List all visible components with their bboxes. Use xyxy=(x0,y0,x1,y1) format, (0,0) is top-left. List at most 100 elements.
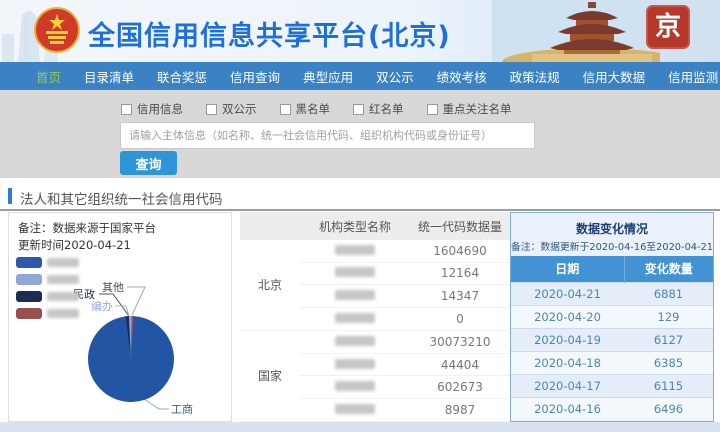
change-date-cell: 2020-04-19 xyxy=(511,328,624,351)
org-type-cell xyxy=(300,399,410,422)
table-row: 北京 1604690 xyxy=(240,240,510,262)
legend-item xyxy=(16,291,79,302)
legend-swatch xyxy=(16,291,42,302)
change-count-cell: 6385 xyxy=(624,351,713,374)
filter-checkbox-row: 信用信息 双公示 黑名单 红名单 重点关注名单 xyxy=(121,101,512,117)
org-type-cell xyxy=(300,285,410,308)
table-row: 2020-04-21 6881 xyxy=(511,282,713,305)
change-count-cell: 129 xyxy=(624,305,713,328)
section-divider xyxy=(0,209,720,211)
legend-item xyxy=(16,308,79,319)
nav-item-performance[interactable]: 绩效考核 xyxy=(437,67,487,86)
change-date-cell: 2020-04-16 xyxy=(511,397,624,420)
checkbox-blacklist[interactable]: 黑名单 xyxy=(280,101,331,117)
section-accent-bar xyxy=(8,188,12,204)
pie-label-other: 其他 xyxy=(102,281,124,294)
table-row: 2020-04-18 6385 xyxy=(511,351,713,374)
nav-item-credit-query[interactable]: 信用查询 xyxy=(230,67,280,86)
org-type-cell xyxy=(300,353,410,376)
org-count-cell: 12164 xyxy=(410,262,510,285)
org-count-cell: 14347 xyxy=(410,285,510,308)
pie-label-bianban: 编办 xyxy=(91,299,113,313)
org-type-cell xyxy=(300,262,410,285)
org-header-type: 机构类型名称 xyxy=(300,212,410,240)
site-title: 全国信用信息共享平台(北京) xyxy=(88,14,451,53)
checkbox-redlist[interactable]: 红名单 xyxy=(353,101,404,117)
checkbox-box[interactable] xyxy=(206,104,217,115)
change-panel-title: 数据变化情况 xyxy=(511,220,713,237)
org-type-cell xyxy=(300,308,410,331)
change-header-date: 日期 xyxy=(511,256,624,282)
legend-swatch xyxy=(16,257,42,268)
change-count-cell: 6115 xyxy=(624,374,713,397)
pie-legend xyxy=(16,257,79,319)
legend-swatch xyxy=(16,308,42,319)
checkbox-box[interactable] xyxy=(353,104,364,115)
org-code-table: 机构类型名称 统一代码数据量 北京 1604690 12164 14347 0 xyxy=(240,212,510,422)
org-count-cell: 1604690 xyxy=(410,240,510,262)
search-section: 信用信息 双公示 黑名单 红名单 重点关注名单 查询 xyxy=(0,90,720,178)
table-row: 2020-04-16 6496 xyxy=(511,397,713,420)
legend-label-redacted xyxy=(47,309,79,318)
pie-chart-panel: 备注：数据来源于国家平台 更新时间2020-04-21 其他 民政 编办 工商 xyxy=(8,212,232,422)
change-header-count: 变化数量 xyxy=(624,256,713,282)
subject-search-input[interactable] xyxy=(120,122,535,149)
legend-label-redacted xyxy=(47,292,79,301)
page-header: 全国信用信息共享平台(北京) 京 xyxy=(0,0,720,62)
main-nav: 首页 目录清单 联合奖惩 信用查询 典型应用 双公示 绩效考核 政策法规 信用大… xyxy=(0,62,720,90)
change-table: 日期 变化数量 2020-04-21 6881 2020-04-20 129 2… xyxy=(511,256,713,420)
change-panel-note: 备注：数据更新于2020-04-16至2020-04-21 xyxy=(511,239,713,253)
table-row: 2020-04-17 6115 xyxy=(511,374,713,397)
table-row: 国家 30073210 xyxy=(240,330,510,353)
change-date-cell: 2020-04-17 xyxy=(511,374,624,397)
nav-item-double-publicity[interactable]: 双公示 xyxy=(376,67,414,86)
nav-item-monitoring[interactable]: 信用监测 xyxy=(668,67,718,86)
nav-item-joint-rewards[interactable]: 联合奖惩 xyxy=(157,67,207,86)
temple-of-heaven-illustration xyxy=(492,0,660,62)
change-date-cell: 2020-04-18 xyxy=(511,351,624,374)
change-date-cell: 2020-04-21 xyxy=(511,282,624,305)
checkbox-box[interactable] xyxy=(121,104,132,115)
table-row: 2020-04-20 129 xyxy=(511,305,713,328)
checkbox-credit-info[interactable]: 信用信息 xyxy=(121,101,183,117)
nav-item-catalog[interactable]: 目录清单 xyxy=(84,67,134,86)
change-table-header-row: 日期 变化数量 xyxy=(511,256,713,282)
legend-swatch xyxy=(16,274,42,285)
nav-item-home[interactable]: 首页 xyxy=(36,67,61,86)
org-count-cell: 30073210 xyxy=(410,330,510,353)
legend-label-redacted xyxy=(47,275,79,284)
table-row: 2020-04-19 6127 xyxy=(511,328,713,351)
org-table-header-row: 机构类型名称 统一代码数据量 xyxy=(240,212,510,240)
national-emblem-icon xyxy=(34,7,80,53)
legend-item xyxy=(16,257,79,268)
legend-label-redacted xyxy=(47,258,79,267)
change-count-cell: 6881 xyxy=(624,282,713,305)
nav-item-typical-apps[interactable]: 典型应用 xyxy=(303,67,353,86)
nav-item-policies[interactable]: 政策法规 xyxy=(510,67,560,86)
section-title: 法人和其它组织统一社会信用代码 xyxy=(20,188,223,208)
checkbox-double-publicity[interactable]: 双公示 xyxy=(206,101,257,117)
region-cell-national: 国家 xyxy=(240,330,300,421)
nav-item-big-data[interactable]: 信用大数据 xyxy=(583,67,646,86)
org-header-count: 统一代码数据量 xyxy=(410,212,510,240)
content-area: 法人和其它组织统一社会信用代码 备注：数据来源于国家平台 更新时间2020-04… xyxy=(0,178,720,422)
beijing-seal-logo: 京 xyxy=(646,5,690,49)
org-count-cell: 0 xyxy=(410,308,510,331)
checkbox-watchlist[interactable]: 重点关注名单 xyxy=(427,101,512,117)
org-header-region xyxy=(240,212,300,240)
credit-platform-page: 全国信用信息共享平台(北京) 京 首页 目录清单 联合奖惩 信用查询 典型应用 … xyxy=(0,0,720,432)
change-count-cell: 6127 xyxy=(624,328,713,351)
page-bottom-strip xyxy=(0,422,720,432)
checkbox-box[interactable] xyxy=(280,104,291,115)
pie-label-gongshang: 工商 xyxy=(171,402,193,416)
org-type-cell xyxy=(300,240,410,262)
org-count-cell: 8987 xyxy=(410,399,510,422)
checkbox-box[interactable] xyxy=(427,104,438,115)
legend-item xyxy=(16,274,79,285)
change-date-cell: 2020-04-20 xyxy=(511,305,624,328)
org-type-cell xyxy=(300,330,410,353)
change-count-cell: 6496 xyxy=(624,397,713,420)
region-cell-beijing: 北京 xyxy=(240,240,300,330)
data-change-panel: 数据变化情况 备注：数据更新于2020-04-16至2020-04-21 日期 … xyxy=(510,212,714,422)
query-button[interactable]: 查询 xyxy=(120,151,177,175)
